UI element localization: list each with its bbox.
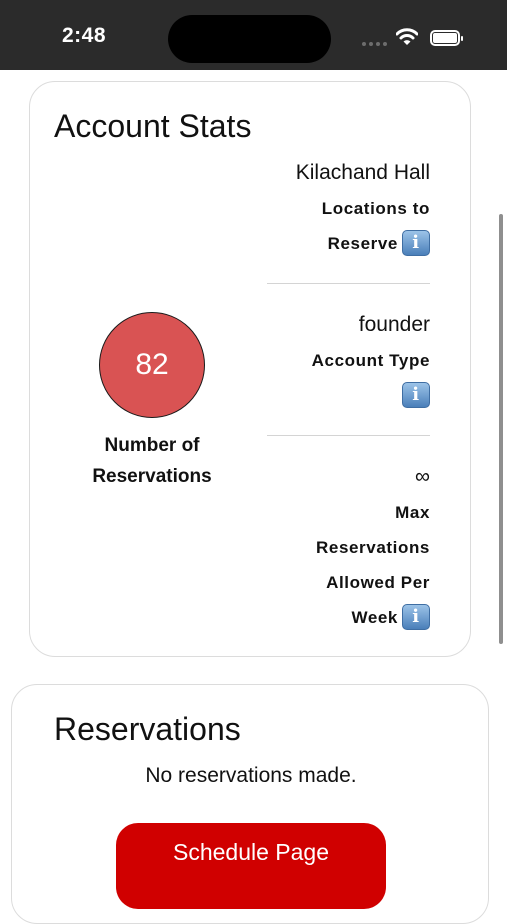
max-reservations-label-line4: Week — [267, 600, 430, 635]
status-time: 2:48 — [62, 24, 107, 47]
battery-icon — [430, 30, 463, 46]
cellular-signal-icon — [362, 42, 387, 46]
reservations-count-badge: 82 — [99, 312, 205, 418]
scrollbar[interactable] — [499, 214, 503, 644]
max-reservations-label-line3: Allowed Per — [326, 573, 430, 592]
info-icon[interactable] — [402, 603, 430, 630]
location-label-line2: Reserve — [267, 226, 430, 261]
max-reservations-label-line1: Max — [395, 503, 430, 522]
max-reservations-stat: ∞ Max Reservations Allowed Per Week — [267, 464, 430, 635]
max-reservations-label-line2: Reservations — [316, 538, 430, 557]
reservations-title: Reservations — [54, 711, 241, 747]
info-icon[interactable] — [402, 381, 430, 408]
status-bar: 2:48 — [0, 0, 507, 70]
account-type-value: founder — [358, 313, 430, 336]
location-value: Kilachand Hall — [295, 161, 430, 184]
empty-reservations-message: No reservations made. — [145, 764, 357, 787]
schedule-page-button[interactable]: Schedule Page — [116, 823, 386, 909]
dynamic-island — [168, 15, 331, 63]
account-type-label: Account Type — [311, 351, 430, 370]
locations-stat: Kilachand Hall Locations to Reserve — [267, 160, 430, 261]
divider — [267, 435, 430, 436]
reservations-card: Reservations No reservations made. Sched… — [11, 684, 489, 924]
reservations-count-label: Number of Reservations — [92, 435, 212, 487]
info-icon[interactable] — [402, 229, 430, 256]
wifi-icon — [396, 28, 418, 45]
account-stats-card: Account Stats 82 Number of Reservations … — [29, 81, 471, 657]
max-reservations-value: ∞ — [415, 465, 430, 488]
divider — [267, 283, 430, 284]
account-type-info — [267, 378, 430, 413]
account-type-stat: founder Account Type — [267, 312, 430, 413]
account-stats-title: Account Stats — [54, 108, 252, 144]
location-label-line1: Locations to — [321, 199, 430, 218]
